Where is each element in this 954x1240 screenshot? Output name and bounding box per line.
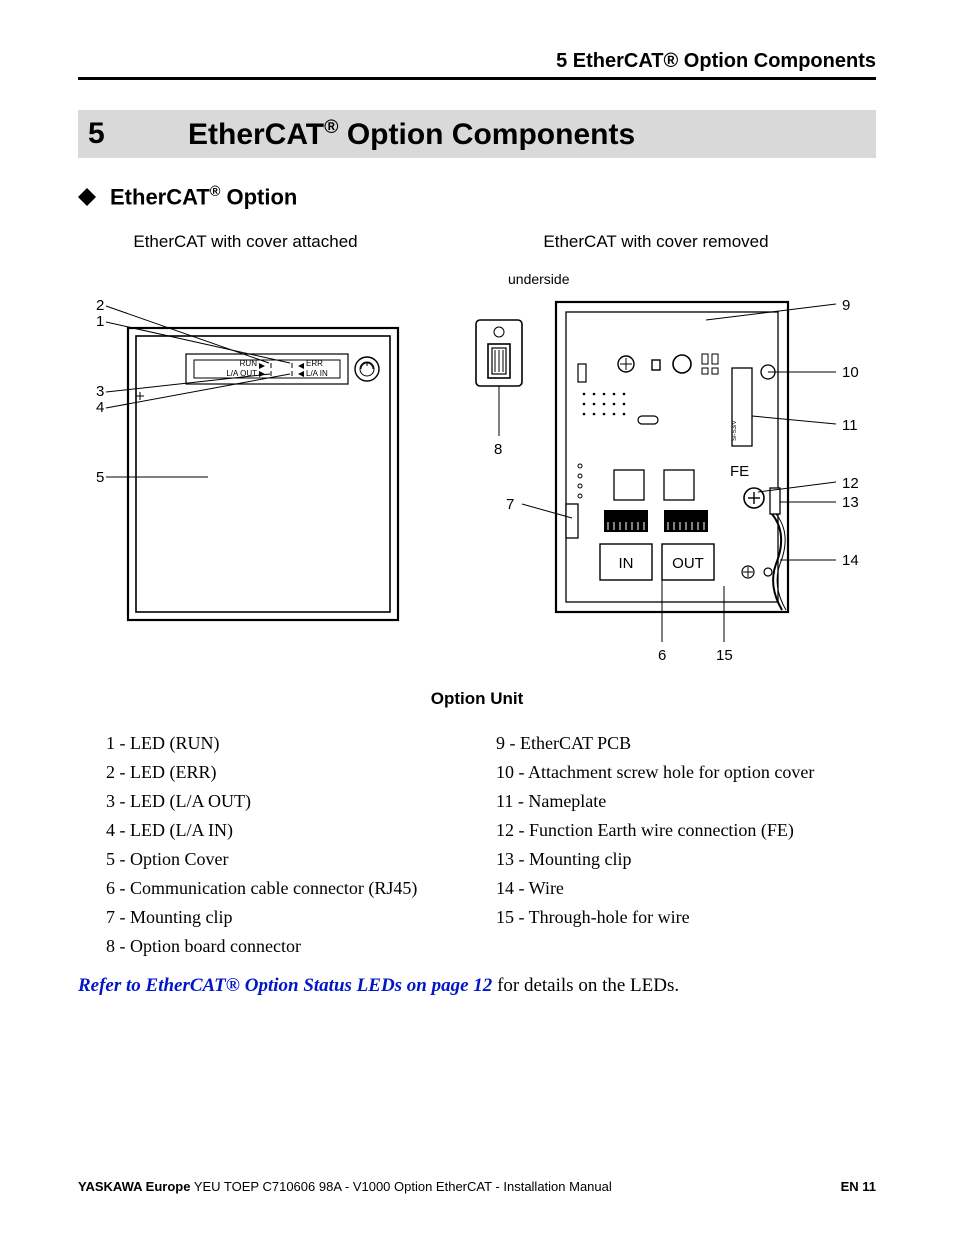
- footer-left: YASKAWA Europe YEU TOEP C710606 98A - V1…: [78, 1179, 612, 1194]
- section-heading: EtherCAT® Option: [78, 184, 876, 212]
- figure-caption-left: EtherCAT with cover attached: [78, 232, 413, 252]
- legend-item: 12 - Function Earth wire connection (FE): [496, 820, 876, 841]
- legend-right-column: 9 - EtherCAT PCB 10 - Attachment screw h…: [496, 733, 876, 965]
- chapter-heading: 5 EtherCAT® Option Components: [78, 110, 876, 158]
- chapter-number: 5: [88, 117, 188, 151]
- figure-main-caption: Option Unit: [78, 689, 876, 709]
- figure-row: EtherCAT with cover attached RUN: [78, 232, 876, 671]
- legend-item: 5 - Option Cover: [106, 849, 486, 870]
- svg-text:FE: FE: [730, 463, 749, 480]
- page-number: EN 11: [841, 1179, 876, 1194]
- legend-left-column: 1 - LED (RUN) 2 - LED (ERR) 3 - LED (L/A…: [106, 733, 486, 965]
- svg-text:IN: IN: [619, 555, 634, 572]
- svg-text:OUT: OUT: [672, 555, 704, 572]
- svg-text:underside: underside: [508, 271, 570, 287]
- reference-link[interactable]: Refer to EtherCAT® Option Status LEDs on…: [78, 975, 492, 996]
- svg-text:11: 11: [842, 417, 858, 434]
- svg-text:6: 6: [658, 647, 666, 664]
- chapter-title: EtherCAT® Option Components: [188, 116, 635, 152]
- svg-text:15: 15: [716, 647, 733, 664]
- legend-item: 14 - Wire: [496, 878, 876, 899]
- legend-item: 11 - Nameplate: [496, 791, 876, 812]
- diamond-icon: [78, 186, 96, 212]
- running-header: 5 EtherCAT® Option Components: [78, 50, 876, 80]
- legend-item: 9 - EtherCAT PCB: [496, 733, 876, 754]
- svg-text:10: 10: [842, 364, 859, 381]
- legend-item: 3 - LED (L/A OUT): [106, 791, 486, 812]
- legend-item: 15 - Through-hole for wire: [496, 907, 876, 928]
- legend-item: 13 - Mounting clip: [496, 849, 876, 870]
- svg-text:2: 2: [96, 297, 104, 314]
- figure-cover-attached: EtherCAT with cover attached RUN: [78, 232, 413, 671]
- svg-text:14: 14: [842, 552, 859, 569]
- legend-item: 6 - Communication cable connector (RJ45): [106, 878, 486, 899]
- svg-text:12: 12: [842, 475, 859, 492]
- svg-text:ERR: ERR: [306, 359, 323, 368]
- svg-text:8: 8: [494, 441, 502, 458]
- svg-text:RUN: RUN: [240, 359, 258, 368]
- svg-text:1: 1: [96, 313, 104, 330]
- svg-text:4: 4: [96, 399, 104, 416]
- reference-rest: for details on the LEDs.: [492, 975, 679, 996]
- legend-item: 4 - LED (L/A IN): [106, 820, 486, 841]
- legend-item: 8 - Option board connector: [106, 936, 486, 957]
- legend-item: 2 - LED (ERR): [106, 762, 486, 783]
- legend: 1 - LED (RUN) 2 - LED (ERR) 3 - LED (L/A…: [106, 733, 876, 965]
- legend-item: 7 - Mounting clip: [106, 907, 486, 928]
- svg-text:5: 5: [96, 469, 104, 486]
- svg-text:L/A IN: L/A IN: [306, 369, 328, 378]
- figure-cover-removed: EtherCAT with cover removed underside 8: [436, 232, 876, 671]
- diagram-cover-removed: underside 8: [436, 266, 876, 666]
- svg-text:3: 3: [96, 383, 104, 400]
- svg-text:SI-S3/V: SI-S3/V: [732, 420, 738, 441]
- svg-text:13: 13: [842, 494, 859, 511]
- diagram-cover-attached: RUN L/A OUT ERR L/A IN 2 1 3 4 5: [78, 266, 413, 626]
- legend-item: 1 - LED (RUN): [106, 733, 486, 754]
- footer: YASKAWA Europe YEU TOEP C710606 98A - V1…: [78, 1179, 876, 1194]
- reference-line: Refer to EtherCAT® Option Status LEDs on…: [78, 975, 876, 997]
- figure-caption-right: EtherCAT with cover removed: [436, 232, 876, 252]
- svg-text:9: 9: [842, 297, 850, 314]
- legend-item: 10 - Attachment screw hole for option co…: [496, 762, 876, 783]
- svg-text:7: 7: [506, 496, 514, 513]
